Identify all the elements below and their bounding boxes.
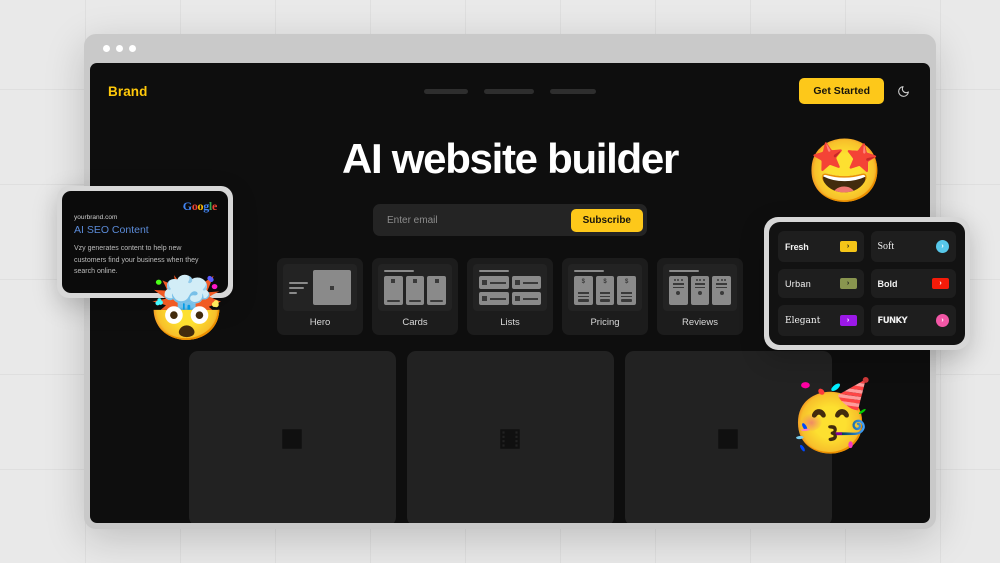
style-option-bold[interactable]: Bold › bbox=[870, 269, 956, 298]
star-struck-memoji-icon: 🤩 bbox=[806, 137, 884, 206]
moon-icon[interactable] bbox=[894, 82, 912, 100]
traffic-light-close-icon[interactable] bbox=[103, 45, 110, 52]
image-placeholder-icon bbox=[718, 428, 738, 449]
style-chevron-icon: › bbox=[936, 314, 949, 327]
section-card-lists[interactable]: Lists bbox=[467, 258, 553, 335]
style-option-label: Bold bbox=[877, 278, 898, 289]
browser-titlebar bbox=[90, 34, 930, 63]
nav-link-placeholder-1[interactable] bbox=[424, 88, 468, 94]
section-card-label: Lists bbox=[500, 317, 520, 328]
nav-link-placeholder-3[interactable] bbox=[550, 88, 596, 94]
site-navbar: Brand Get Started bbox=[90, 63, 930, 119]
style-picker: Fresh › Soft › Urban › Bold › Elegant › … bbox=[769, 222, 965, 345]
navbar-actions: Get Started bbox=[799, 78, 912, 104]
party-face-memoji-icon: 🥳 bbox=[788, 378, 873, 454]
image-placeholder-1[interactable] bbox=[188, 351, 396, 523]
section-card-label: Pricing bbox=[590, 317, 620, 328]
style-option-funky[interactable]: FUNKY › bbox=[870, 305, 956, 336]
section-card-cards[interactable]: Cards bbox=[372, 258, 458, 335]
section-card-label: Reviews bbox=[682, 317, 718, 328]
email-input[interactable] bbox=[377, 214, 571, 226]
section-card-label: Hero bbox=[309, 317, 331, 328]
style-option-soft[interactable]: Soft › bbox=[870, 231, 956, 262]
style-option-label: Urban bbox=[785, 278, 812, 289]
style-chevron-icon: › bbox=[839, 315, 857, 326]
image-placeholder-icon bbox=[282, 428, 302, 449]
style-picker-frame: Fresh › Soft › Urban › Bold › Elegant › … bbox=[764, 217, 970, 350]
style-chevron-icon: › bbox=[932, 278, 949, 289]
hero-layout-icon bbox=[283, 264, 357, 311]
email-signup-form: Subscribe bbox=[373, 204, 647, 236]
brand-logo[interactable]: Brand bbox=[108, 84, 148, 99]
traffic-light-maximize-icon[interactable] bbox=[129, 45, 136, 52]
nav-links bbox=[424, 88, 596, 94]
page-background: Brand Get Started AI website builder Ent… bbox=[0, 0, 1000, 563]
style-option-label: FUNKY bbox=[877, 315, 908, 326]
seo-title-link[interactable]: AI SEO Content bbox=[74, 224, 216, 236]
seo-description: Vzy generates content to help new custom… bbox=[74, 245, 199, 276]
style-chevron-icon: › bbox=[936, 240, 949, 253]
subscribe-button[interactable]: Subscribe bbox=[570, 208, 643, 232]
pricing-layout-icon: $ $ $ bbox=[568, 264, 642, 311]
cards-layout-icon bbox=[378, 264, 452, 311]
page-title: AI website builder bbox=[342, 135, 679, 182]
style-option-elegant[interactable]: Elegant › bbox=[778, 305, 864, 336]
video-placeholder[interactable] bbox=[406, 351, 614, 523]
style-option-fresh[interactable]: Fresh › bbox=[778, 231, 864, 262]
seo-url: yourbrand.com bbox=[74, 214, 118, 221]
lists-layout-icon bbox=[473, 264, 547, 311]
section-card-label: Cards bbox=[402, 317, 428, 328]
mind-blown-memoji-icon: 🤯 bbox=[148, 275, 226, 344]
style-chevron-icon: › bbox=[839, 278, 857, 289]
style-option-urban[interactable]: Urban › bbox=[778, 269, 864, 298]
style-option-label: Fresh bbox=[785, 241, 809, 252]
google-logo: Google bbox=[182, 199, 218, 213]
get-started-button[interactable]: Get Started bbox=[799, 78, 884, 104]
style-option-label: Soft bbox=[877, 241, 895, 252]
reviews-layout-icon bbox=[663, 264, 737, 311]
style-chevron-icon: › bbox=[839, 241, 857, 252]
nav-link-placeholder-2[interactable] bbox=[484, 88, 534, 94]
style-option-label: Elegant bbox=[785, 315, 821, 326]
section-card-reviews[interactable]: Reviews bbox=[657, 258, 743, 335]
section-card-hero[interactable]: Hero bbox=[277, 258, 363, 335]
video-placeholder-icon bbox=[500, 428, 520, 449]
section-card-pricing[interactable]: $ $ $ Pricing bbox=[562, 258, 648, 335]
traffic-light-minimize-icon[interactable] bbox=[116, 45, 123, 52]
